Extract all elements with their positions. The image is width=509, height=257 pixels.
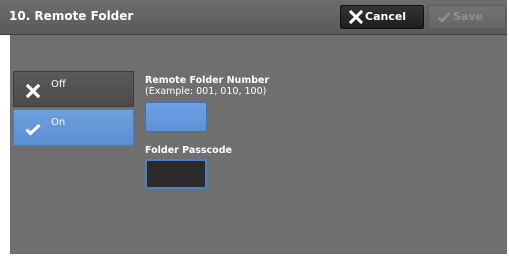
check-icon — [25, 123, 41, 136]
cancel-button-label: Cancel — [365, 10, 407, 23]
close-icon — [25, 84, 41, 98]
page-title: 10. Remote Folder — [9, 9, 134, 23]
cancel-button[interactable]: Cancel — [340, 5, 424, 29]
option-on-label: On — [51, 117, 66, 128]
close-icon — [349, 10, 363, 24]
header-bar: 10. Remote Folder Cancel Save — [0, 0, 507, 35]
remote-folder-number-field[interactable] — [145, 102, 207, 132]
remote-folder-number-example: (Example: 001, 010, 100) — [145, 86, 267, 97]
remote-folder-number-label: Remote Folder Number — [145, 75, 270, 86]
folder-passcode-label: Folder Passcode — [145, 145, 232, 156]
left-margin — [0, 35, 10, 254]
remote-folder-screen: 10. Remote Folder Cancel Save Off On Rem… — [0, 0, 509, 257]
save-button[interactable]: Save — [428, 5, 506, 29]
check-icon — [437, 12, 451, 23]
save-button-label: Save — [453, 10, 483, 23]
folder-passcode-field[interactable] — [145, 159, 207, 189]
option-off-label: Off — [51, 79, 66, 90]
option-off[interactable]: Off — [13, 71, 134, 107]
option-on[interactable]: On — [13, 109, 134, 146]
